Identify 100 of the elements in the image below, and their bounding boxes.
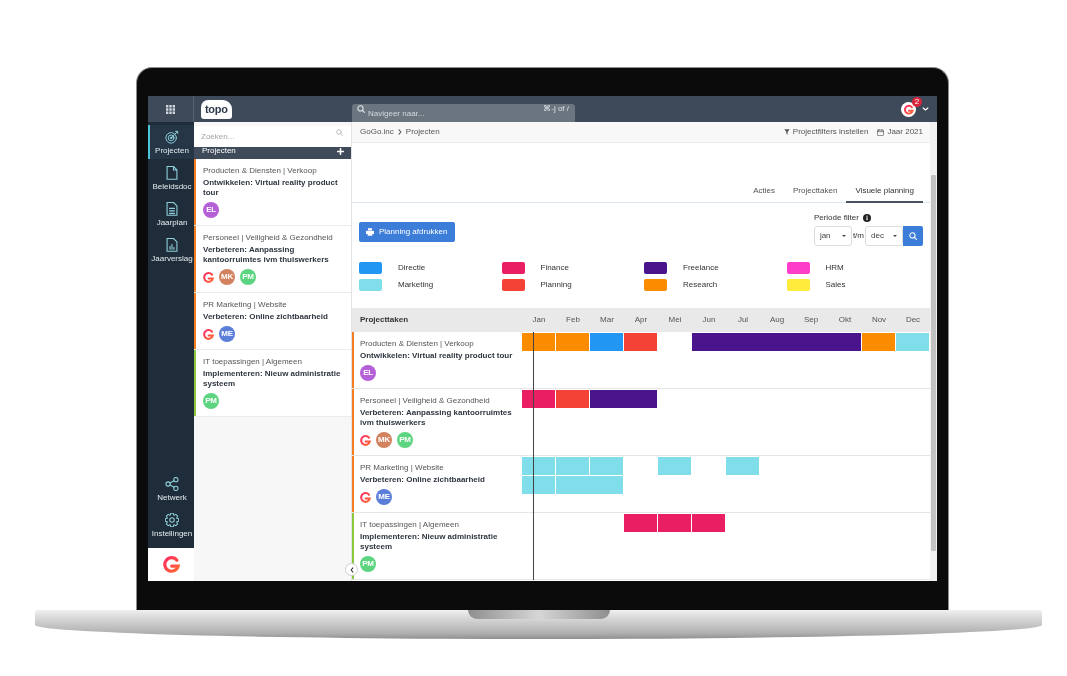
range-separator: t/m: [851, 230, 865, 242]
tab[interactable]: Projecttaken: [783, 186, 847, 203]
project-title: Verbeteren: Online zichtbaarheid: [203, 312, 328, 322]
project-card[interactable]: IT toepassingen | Algemeen Implementeren: Nieuw administratie systeem PM: [194, 350, 351, 417]
avatar: EL: [203, 202, 219, 218]
sidebar-item[interactable]: Netwerk: [148, 472, 194, 506]
project-category: Producten & Diensten | Verkoop: [360, 339, 475, 349]
sidebar-item[interactable]: Instellingen: [148, 508, 194, 542]
project-title[interactable]: Verbeteren: Online zichtbaarheid: [360, 475, 516, 485]
avatar: PM: [397, 432, 413, 448]
search-icon: [909, 232, 917, 240]
legend-label: HRM: [825, 263, 844, 273]
logo-icon: [203, 328, 214, 340]
tab[interactable]: Visuele planning: [846, 186, 923, 203]
avatar: ME: [219, 326, 235, 342]
project-card[interactable]: PR Marketing | Website Verbeteren: Online zichtbaarheid ME: [194, 293, 351, 350]
avatar: ME: [376, 489, 392, 505]
avatar: MK: [376, 432, 392, 448]
column-header: Projecttaken: [359, 314, 410, 326]
legend-label: Sales: [825, 280, 846, 290]
legend-label: Planning: [540, 280, 572, 290]
notification-badge: 2: [912, 96, 922, 107]
month-label: Aug: [768, 314, 786, 326]
legend-label: Research: [683, 280, 718, 290]
chevron-right-icon: [397, 129, 402, 135]
chevron-left-icon: [349, 566, 354, 573]
filter-label: Periode filter: [813, 212, 859, 224]
sidebar-item[interactable]: Projecten: [148, 125, 194, 159]
month-label: Jan: [531, 314, 547, 326]
project-title[interactable]: Ontwikkelen: Virtual reality product tour: [360, 351, 516, 361]
month-label: Dec: [904, 314, 922, 326]
month-select[interactable]: jan: [813, 226, 852, 246]
filter-link[interactable]: Projectfilters instellen: [783, 126, 869, 138]
search-field[interactable]: Zoeken...: [194, 126, 351, 147]
project-category: PR Marketing | Website: [203, 300, 288, 310]
gantt-bar[interactable]: [522, 476, 555, 494]
gear-icon: [165, 513, 179, 527]
printer-icon: [366, 228, 374, 236]
grid-icon[interactable]: [166, 104, 175, 114]
project-title: Ontwikkelen: Virtual reality product tour: [203, 178, 339, 198]
project-title[interactable]: Verbeteren: Aanpassing kantoorruimtes ivm thuiswerkers: [360, 408, 516, 428]
list-title: Projecten: [202, 145, 236, 157]
project-title: Verbeteren: Aanpassing kantoorruimtes ivm thuiswerkers: [203, 245, 330, 265]
project-card[interactable]: Producten & Diensten | Verkoop Ontwikkelen: Virtual reality product tour EL: [194, 159, 351, 226]
gantt-bar[interactable]: [522, 333, 555, 351]
legend-label: Marketing: [398, 280, 434, 290]
project-category: IT toepassingen | Algemeen: [360, 520, 460, 530]
legend-label: Directie: [398, 263, 426, 273]
avatar: PM: [203, 393, 219, 409]
legend-label: Finance: [540, 263, 569, 273]
project-category: Personeel | Veiligheid & Gezondheid: [203, 233, 334, 243]
month-label: Mei: [667, 314, 683, 326]
chart-document-icon: [166, 238, 178, 252]
calendar-icon: [877, 128, 885, 136]
scrollbar-thumb[interactable]: [931, 175, 936, 551]
month-label: Nov: [870, 314, 888, 326]
target-icon: [165, 130, 179, 144]
caret-down-icon: [893, 235, 897, 237]
year-link[interactable]: Jaar 2021: [877, 126, 923, 138]
project-category: IT toepassingen | Algemeen: [203, 357, 303, 367]
app-logo[interactable]: topo: [201, 99, 232, 119]
list-document-icon: [166, 202, 178, 216]
sidebar-item[interactable]: Beleidsdoc: [148, 161, 194, 195]
month-label: Sep: [802, 314, 820, 326]
search-icon: [357, 105, 365, 113]
filter-icon: [783, 129, 790, 135]
info-icon[interactable]: [862, 214, 871, 222]
search-icon: [336, 129, 343, 136]
project-title: Implementeren: Nieuw administratie systeem: [203, 369, 342, 389]
avatar: MK: [219, 269, 235, 285]
search-button[interactable]: [903, 226, 923, 246]
document-icon: [166, 166, 178, 180]
print-button[interactable]: Planning afdrukken: [359, 222, 455, 242]
month-label: Feb: [565, 314, 581, 326]
month-label: Jun: [701, 314, 717, 326]
project-category: Producten & Diensten | Verkoop: [203, 166, 318, 176]
chevron-down-icon[interactable]: [922, 107, 929, 111]
project-category: Personeel | Veiligheid & Gezondheid: [360, 396, 491, 406]
breadcrumb-link[interactable]: GoGo.inc: [360, 126, 394, 138]
plus-icon[interactable]: [337, 147, 344, 155]
month-label: Mar: [599, 314, 615, 326]
tab[interactable]: Acties: [744, 186, 784, 203]
caret-down-icon: [841, 235, 846, 237]
gantt-bar[interactable]: [522, 457, 555, 475]
sidebar-item[interactable]: Jaarverslag: [148, 233, 194, 267]
logo-icon: [360, 491, 371, 503]
logo-icon[interactable]: [901, 101, 916, 117]
logo-icon: [360, 434, 371, 446]
breadcrumb-current: Projecten: [405, 126, 440, 138]
month-select[interactable]: dec: [865, 226, 903, 246]
month-label: Jul: [736, 314, 750, 326]
project-title[interactable]: Implementeren: Nieuw administratie systeem: [360, 532, 516, 552]
month-label: Apr: [633, 314, 649, 326]
shortcut-hint: ⌘-j of /: [543, 104, 569, 114]
sidebar-item[interactable]: Jaarplan: [148, 197, 194, 231]
avatar: PM: [240, 269, 256, 285]
legend-label: Freelance: [683, 263, 719, 273]
share-icon: [165, 477, 179, 491]
logo-icon: [203, 271, 214, 283]
project-card[interactable]: Personeel | Veiligheid & Gezondheid Verbeteren: Aanpassing kantoorruimtes ivm thuiswerkers MK PM: [194, 226, 351, 293]
